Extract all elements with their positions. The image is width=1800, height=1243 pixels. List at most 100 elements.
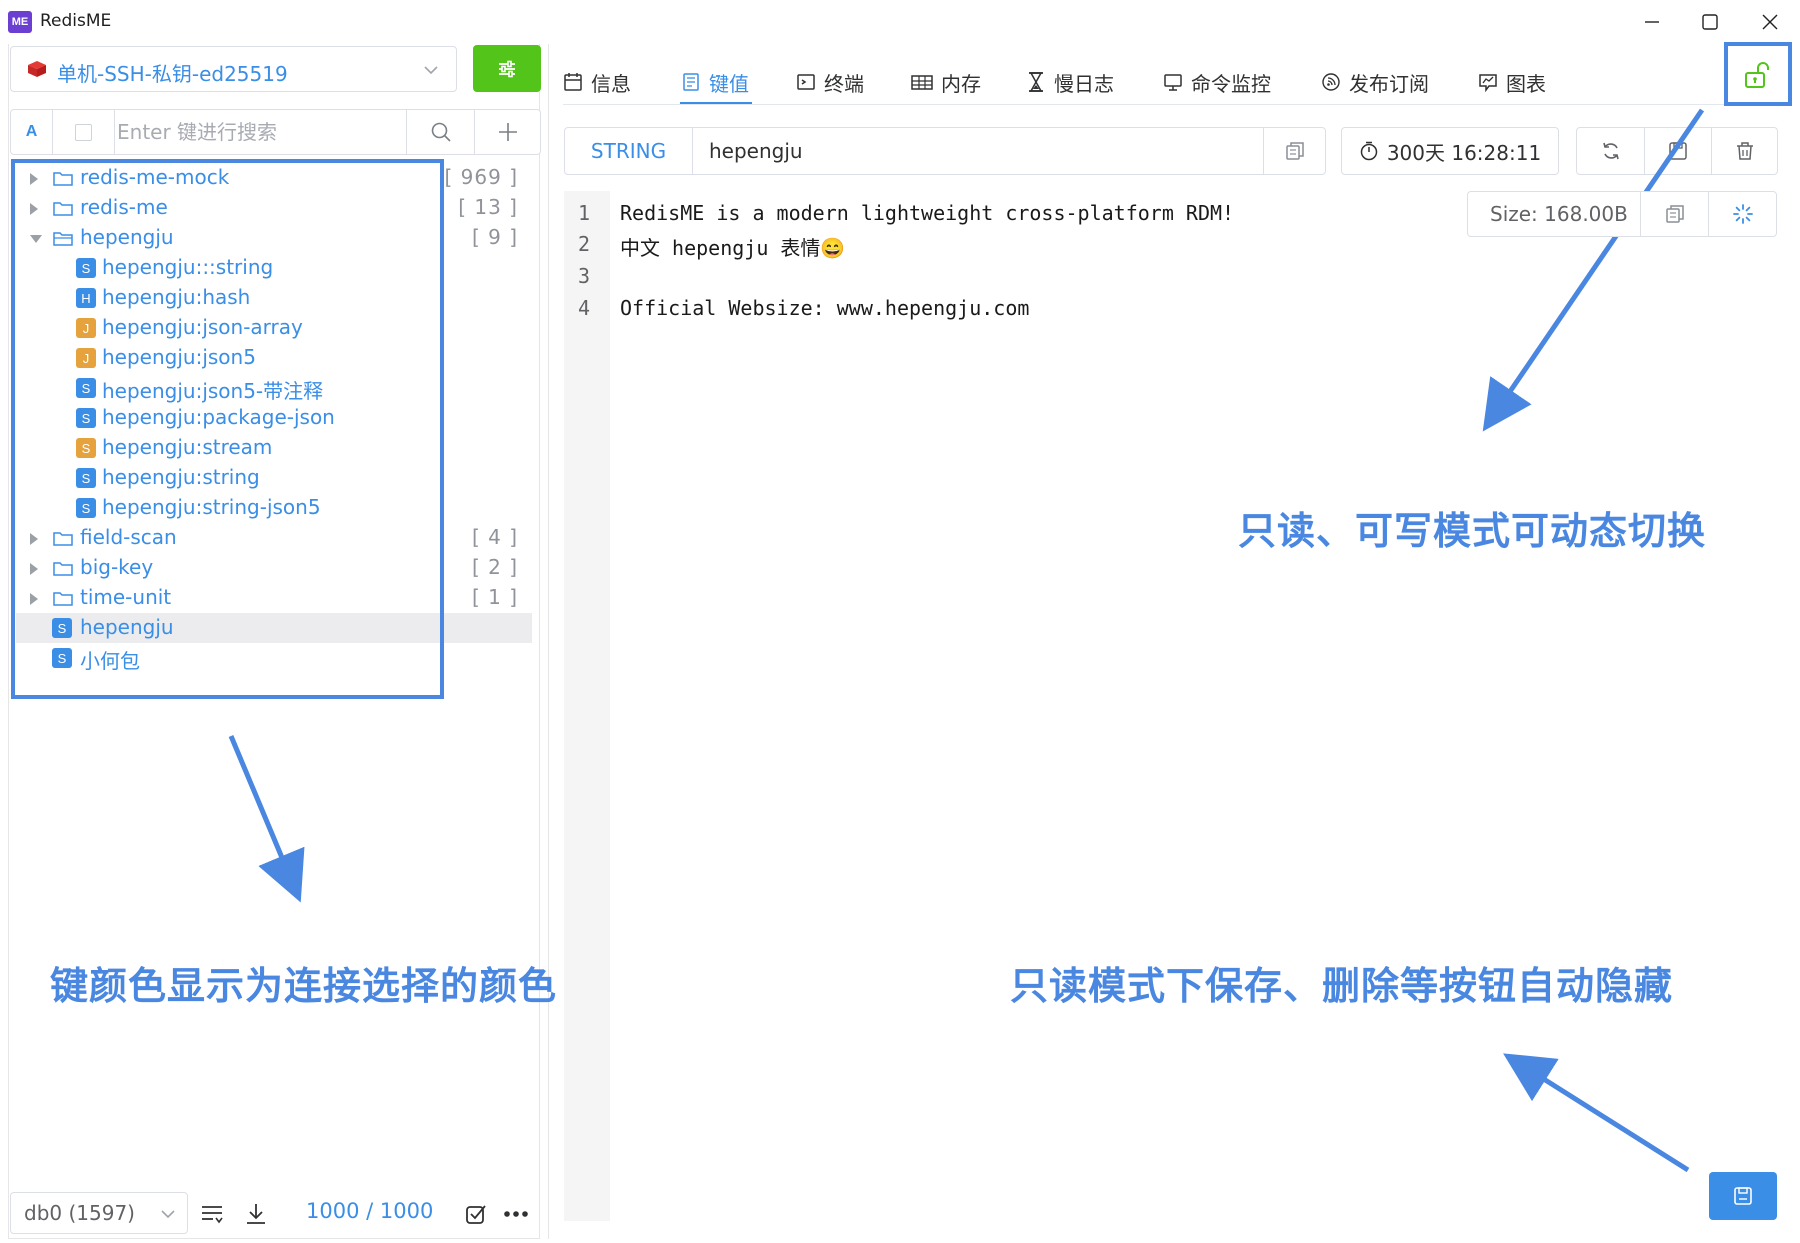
key-label: hepengju:json-array bbox=[102, 315, 303, 339]
tree-key[interactable]: S hepengju:package-json bbox=[16, 403, 532, 433]
expand-arrow-icon[interactable] bbox=[30, 173, 38, 185]
maximize-button[interactable] bbox=[1682, 4, 1738, 40]
save-icon bbox=[1734, 1187, 1752, 1205]
collapse-arrow-icon[interactable] bbox=[30, 235, 42, 243]
expand-arrow-icon[interactable] bbox=[30, 593, 38, 605]
tab-terminal[interactable]: 终端 bbox=[796, 62, 864, 102]
folder-count: [ 1 ] bbox=[471, 585, 518, 609]
search-button[interactable] bbox=[406, 110, 474, 154]
hourglass-icon bbox=[1029, 72, 1043, 92]
copy-icon bbox=[1285, 142, 1304, 160]
key-label: hepengju:::string bbox=[102, 255, 274, 279]
tree-key[interactable]: S hepengju:string-json5 bbox=[16, 493, 532, 523]
tree-key[interactable]: S 小何包 bbox=[16, 643, 532, 673]
redis-cube-icon bbox=[28, 61, 46, 77]
save-value-button[interactable] bbox=[1709, 1172, 1777, 1220]
tabs-divider bbox=[563, 104, 1773, 105]
folder-label: redis-me bbox=[80, 195, 168, 219]
string-type-badge: S bbox=[76, 378, 96, 398]
tree-key[interactable]: J hepengju:json-array bbox=[16, 313, 532, 343]
expand-arrow-icon[interactable] bbox=[30, 563, 38, 575]
tree-folder[interactable]: redis-me [ 13 ] bbox=[16, 193, 532, 223]
line-number-gutter bbox=[564, 191, 610, 1221]
maximize-icon bbox=[1702, 14, 1718, 30]
key-actions bbox=[1576, 127, 1778, 175]
batch-select-button[interactable] bbox=[462, 1200, 490, 1228]
filter-settings-button[interactable] bbox=[473, 45, 541, 92]
folder-count: [ 9 ] bbox=[471, 225, 518, 249]
tree-folder[interactable]: hepengju [ 9 ] bbox=[16, 223, 532, 253]
tab-slow-log[interactable]: 慢日志 bbox=[1026, 62, 1114, 102]
tab-charts[interactable]: 图表 bbox=[1478, 62, 1546, 102]
key-list-footer: db0 (1597) 1000 / 1000 bbox=[10, 1192, 540, 1234]
folder-label: field-scan bbox=[80, 525, 177, 549]
more-options-button[interactable] bbox=[502, 1200, 530, 1228]
select-mode-toggle[interactable] bbox=[53, 110, 115, 154]
key-label: hepengju:json5-带注释 bbox=[102, 379, 324, 403]
tree-key[interactable]: S hepengju:stream bbox=[16, 433, 532, 463]
tree-key[interactable]: S hepengju:string bbox=[16, 463, 532, 493]
tab-label: 内存 bbox=[941, 71, 981, 96]
value-tools: Size: 168.00B bbox=[1467, 191, 1777, 237]
tab-label: 终端 bbox=[824, 71, 864, 96]
expand-arrow-icon[interactable] bbox=[30, 533, 38, 545]
tab-command-monitor[interactable]: 命令监控 bbox=[1163, 62, 1271, 102]
tab-memory[interactable]: 内存 bbox=[911, 62, 981, 102]
key-search-bar: A bbox=[10, 109, 541, 155]
tab-label: 图表 bbox=[1506, 71, 1546, 96]
tab-key-value[interactable]: 键值 bbox=[681, 62, 749, 102]
string-type-badge: S bbox=[52, 648, 72, 668]
copy-value-button[interactable] bbox=[1640, 192, 1708, 236]
ttl-display[interactable]: 300天 16:28:11 bbox=[1341, 127, 1559, 175]
sort-list-icon bbox=[202, 1206, 223, 1224]
copy-key-button[interactable] bbox=[1263, 128, 1325, 174]
string-type-badge: S bbox=[76, 258, 96, 278]
sort-button[interactable] bbox=[198, 1200, 226, 1228]
readonly-toggle-button[interactable] bbox=[1731, 48, 1785, 102]
match-case-toggle[interactable]: A bbox=[11, 110, 53, 154]
main-tabs: 信息 键值 终端 内存 慢日志 命令监控 发布订阅 图表 bbox=[563, 56, 1773, 106]
key-label: hepengju bbox=[80, 615, 174, 639]
key-name[interactable]: hepengju bbox=[709, 139, 803, 163]
minimize-button[interactable] bbox=[1624, 4, 1680, 40]
key-tree: redis-me-mock [ 969 ] redis-me [ 13 ] he… bbox=[16, 163, 532, 673]
folder-label: hepengju bbox=[80, 225, 174, 249]
key-label: hepengju:string bbox=[102, 465, 260, 489]
tree-folder[interactable]: redis-me-mock [ 969 ] bbox=[16, 163, 532, 193]
connection-select[interactable]: 单机-SSH-私钥-ed25519 bbox=[10, 46, 457, 92]
tree-key[interactable]: S hepengju:json5-带注释 bbox=[16, 373, 532, 403]
folder-count: [ 969 ] bbox=[444, 165, 518, 189]
chevron-down-icon bbox=[424, 66, 438, 75]
folder-count: [ 4 ] bbox=[471, 525, 518, 549]
value-editor[interactable]: 1 2 3 4 RedisME is a modern lightweight … bbox=[564, 191, 1779, 1221]
tree-key[interactable]: J hepengju:json5 bbox=[16, 343, 532, 373]
save-key-header-button[interactable] bbox=[1644, 128, 1711, 174]
trash-icon bbox=[1737, 142, 1753, 160]
document-icon bbox=[683, 73, 699, 91]
broadcast-icon bbox=[1322, 73, 1340, 91]
refresh-button[interactable] bbox=[1577, 128, 1644, 174]
tree-folder[interactable]: big-key [ 2 ] bbox=[16, 553, 532, 583]
tab-pubsub[interactable]: 发布订阅 bbox=[1321, 62, 1429, 102]
tree-key-selected[interactable]: S hepengju bbox=[16, 613, 532, 643]
close-icon bbox=[1762, 14, 1778, 30]
folder-icon bbox=[53, 562, 73, 576]
ttl-value: 300天 16:28:11 bbox=[1386, 140, 1542, 165]
delete-key-button[interactable] bbox=[1711, 128, 1778, 174]
database-select[interactable]: db0 (1597) bbox=[10, 1192, 188, 1234]
expand-arrow-icon[interactable] bbox=[30, 203, 38, 215]
add-key-button[interactable] bbox=[474, 110, 540, 154]
key-search-input[interactable] bbox=[117, 116, 407, 148]
tree-folder[interactable]: time-unit [ 1 ] bbox=[16, 583, 532, 613]
folder-count: [ 2 ] bbox=[471, 555, 518, 579]
tree-folder[interactable]: field-scan [ 4 ] bbox=[16, 523, 532, 553]
format-value-button[interactable] bbox=[1708, 192, 1776, 236]
folder-label: big-key bbox=[80, 555, 154, 579]
tree-key[interactable]: H hepengju:hash bbox=[16, 283, 532, 313]
tab-info[interactable]: 信息 bbox=[563, 62, 631, 102]
key-label: hepengju:string-json5 bbox=[102, 495, 321, 519]
key-header: STRING hepengju bbox=[564, 127, 1326, 175]
tree-key[interactable]: S hepengju:::string bbox=[16, 253, 532, 283]
close-window-button[interactable] bbox=[1742, 4, 1798, 40]
load-more-button[interactable] bbox=[242, 1200, 270, 1228]
